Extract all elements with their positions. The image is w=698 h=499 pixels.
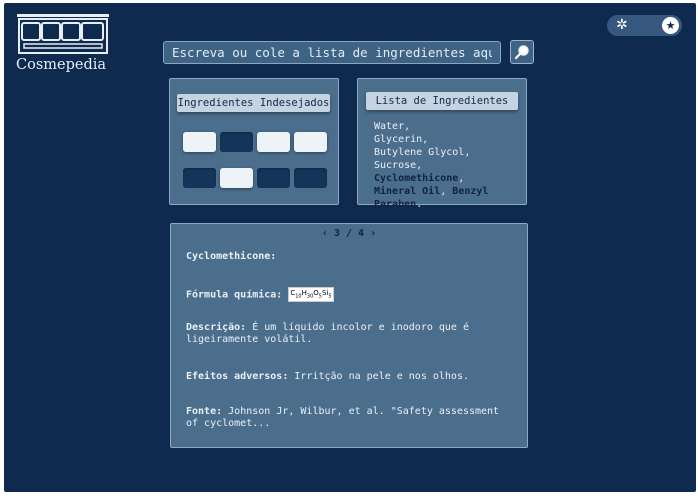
ingredient-item: Sucrose <box>374 160 417 171</box>
chemical-formula: C10H30O5Si5 <box>288 287 334 303</box>
detail-pager[interactable]: ‹ 3 / 4 › <box>171 228 527 239</box>
cosmetics-shelf-logo[interactable] <box>16 13 110 55</box>
detail-description-row: Descrição: É um líquido incolor e inodor… <box>186 322 506 346</box>
brand-name: Cosmepedia <box>16 57 107 73</box>
source-label: Fonte: <box>186 406 223 417</box>
source-text: Johnson Jr, Wilbur, et al. "Safety asses… <box>186 406 500 429</box>
ingredient-item: Glycerin <box>374 134 423 145</box>
moon-icon: ★ <box>662 17 679 34</box>
ingredient-slot[interactable] <box>183 168 216 188</box>
ingredient-slot[interactable] <box>257 168 290 188</box>
ingredient-list: Water, Glycerin, Butylene Glycol, Sucros… <box>374 121 489 210</box>
ingredient-slot[interactable] <box>294 168 327 188</box>
detail-source-row: Fonte: Johnson Jr, Wilbur, et al. "Safet… <box>186 406 506 430</box>
ingredient-list-title: Lista de Ingredientes <box>366 92 518 110</box>
flagged-ingredient: Cyclomethicone <box>374 173 459 184</box>
effects-text: Irritção na pele e nos olhos. <box>294 371 469 382</box>
flagged-ingredient: Mineral Oil <box>374 186 441 197</box>
formula-label: Fórmula química: <box>186 289 283 301</box>
search-icon <box>514 45 529 60</box>
theme-toggle[interactable]: ✲ ★ <box>607 15 682 36</box>
ingredient-item: Water <box>374 121 405 132</box>
ingredient-slot[interactable] <box>257 132 290 152</box>
app-background: Cosmepedia ✲ ★ Ingredientes Indesejados … <box>4 3 696 492</box>
ingredient-slot[interactable] <box>294 132 327 152</box>
detail-formula-row: Fórmula química: C10H30O5Si5 <box>186 287 506 303</box>
ingredient-slot[interactable] <box>220 132 253 152</box>
detail-effects-row: Efeitos adversos: Irritção na pele e nos… <box>186 371 506 383</box>
detail-ingredient-name: Cyclomethicone: <box>186 251 506 263</box>
unwanted-ingredients-panel: Ingredientes Indesejados <box>169 78 339 205</box>
unwanted-panel-title: Ingredientes Indesejados <box>177 94 330 112</box>
ingredient-item: Butylene Glycol <box>374 147 465 158</box>
ingredient-name: Cyclomethicone: <box>186 251 277 262</box>
sun-icon: ✲ <box>616 17 628 33</box>
ingredient-search-input[interactable] <box>163 41 501 64</box>
ingredient-detail-panel: ‹ 3 / 4 › Cyclomethicone: Fórmula químic… <box>170 223 528 448</box>
effects-label: Efeitos adversos: <box>186 371 289 382</box>
ingredient-list-panel: Lista de Ingredientes Water, Glycerin, B… <box>357 78 527 210</box>
ingredient-slot[interactable] <box>183 132 216 152</box>
search-button[interactable] <box>510 40 534 64</box>
ingredient-slot[interactable] <box>220 168 253 188</box>
description-label: Descrição: <box>186 322 247 333</box>
